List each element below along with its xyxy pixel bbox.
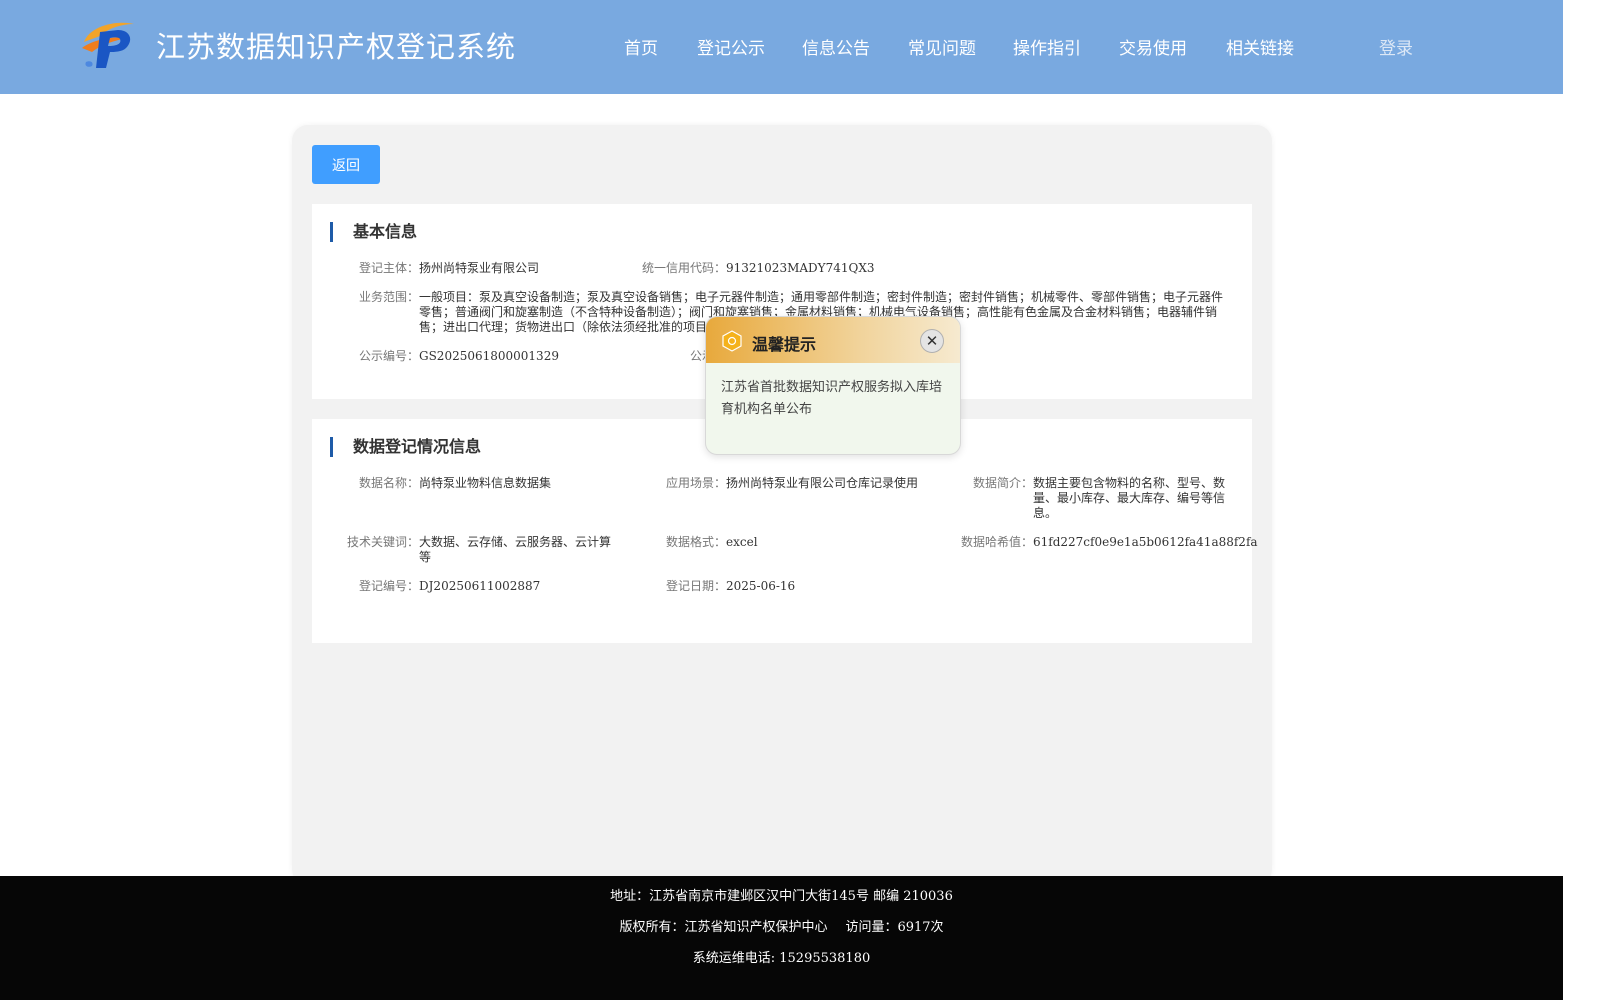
data-name-label: 数据名称： bbox=[358, 476, 419, 490]
top-header: 江苏数据知识产权登记系统 首页 登记公示 信息公告 常见问题 操作指引 交易使用… bbox=[0, 0, 1563, 94]
notice-no-label: 公示编号： bbox=[358, 349, 419, 363]
popup-message-link[interactable]: 江苏省首批数据知识产权服务拟入库培育机构名单公布 bbox=[721, 377, 949, 421]
data-name-field: 数据名称： 尚特泵业物料信息数据集 bbox=[359, 476, 619, 491]
nav-guide[interactable]: 操作指引 bbox=[1013, 34, 1081, 59]
login-link[interactable]: 登录 bbox=[1379, 34, 1413, 59]
ip-logo-icon[interactable] bbox=[78, 18, 138, 70]
credit-code-value: 91321023MADY741QX3 bbox=[726, 261, 875, 275]
footer-address: 地址：江苏省南京市建邺区汉中门大街145号 邮编 210036 bbox=[610, 889, 953, 904]
nav-home[interactable]: 首页 bbox=[624, 34, 658, 59]
data-intro-value: 数据主要包含物料的名称、型号、数量、最小库存、最大库存、编号等信息。 bbox=[1033, 476, 1226, 520]
close-icon[interactable]: ✕ bbox=[920, 329, 944, 353]
reg-no-field: 登记编号： DJ20250611002887 bbox=[359, 579, 619, 594]
credit-code-label: 统一信用代码： bbox=[641, 261, 726, 275]
scenario-label: 应用场景： bbox=[665, 476, 726, 490]
nav-trading[interactable]: 交易使用 bbox=[1119, 34, 1187, 59]
footer-phone: 系统运维电话: 15295538180 bbox=[692, 951, 871, 966]
data-registration-title: 数据登记情况信息 bbox=[330, 437, 481, 457]
data-intro-label: 数据简介： bbox=[972, 476, 1033, 490]
keywords-label: 技术关键词： bbox=[346, 535, 419, 549]
back-button[interactable]: 返回 bbox=[312, 145, 380, 184]
hash-field: 数据哈希值： 61fd227cf0e9e1a5b0612fa41a88f2fa bbox=[961, 535, 1258, 550]
footer: 地址：江苏省南京市建邺区汉中门大街145号 邮编 210036 版权所有：江苏省… bbox=[0, 876, 1563, 1000]
bell-badge-icon bbox=[722, 330, 742, 352]
scenario-field: 应用场景： 扬州尚特泵业有限公司仓库记录使用 bbox=[666, 476, 941, 491]
footer-copyright: 版权所有：江苏省知识产权保护中心 bbox=[619, 920, 828, 935]
format-value: excel bbox=[726, 535, 758, 549]
format-label: 数据格式： bbox=[665, 535, 726, 549]
site-title[interactable]: 江苏数据知识产权登记系统 bbox=[156, 24, 516, 66]
business-scope-label: 业务范围： bbox=[358, 290, 419, 304]
keywords-value: 大数据、云存储、云服务器、云计算等 bbox=[419, 535, 612, 564]
credit-code-field: 统一信用代码： 91321023MADY741QX3 bbox=[642, 261, 976, 276]
reg-no-label: 登记编号： bbox=[358, 579, 419, 593]
format-field: 数据格式： excel bbox=[666, 535, 846, 550]
popup-title: 温馨提示 bbox=[752, 335, 817, 354]
notice-no-value: GS2025061800001329 bbox=[419, 349, 559, 363]
subject-value: 扬州尚特泵业有限公司 bbox=[419, 261, 540, 275]
reg-date-value: 2025-06-16 bbox=[726, 579, 796, 593]
data-intro-field: 数据简介： 数据主要包含物料的名称、型号、数量、最小库存、最大库存、编号等信息。 bbox=[973, 476, 1226, 521]
reg-no-value: DJ20250611002887 bbox=[419, 579, 541, 593]
notice-popup: 温馨提示 ✕ 江苏省首批数据知识产权服务拟入库培育机构名单公布 bbox=[705, 316, 961, 455]
hash-value: 61fd227cf0e9e1a5b0612fa41a88f2fa bbox=[1033, 535, 1258, 549]
keywords-field: 技术关键词： 大数据、云存储、云服务器、云计算等 bbox=[347, 535, 613, 565]
subject-field: 登记主体： 扬州尚特泵业有限公司 bbox=[359, 261, 629, 276]
footer-visits: 访问量：6917次 bbox=[845, 920, 944, 935]
data-name-value: 尚特泵业物料信息数据集 bbox=[419, 476, 552, 490]
basic-info-title: 基本信息 bbox=[330, 222, 417, 242]
nav-faq[interactable]: 常见问题 bbox=[908, 34, 976, 59]
nav-registration-notice[interactable]: 登记公示 bbox=[697, 34, 765, 59]
notice-no-field: 公示编号： GS2025061800001329 bbox=[359, 349, 639, 364]
subject-label: 登记主体： bbox=[358, 261, 419, 275]
footer-copyright-line: 版权所有：江苏省知识产权保护中心 访问量：6917次 bbox=[0, 916, 1563, 935]
reg-date-label: 登记日期： bbox=[665, 579, 726, 593]
detail-container: 返回 基本信息 登记主体： 扬州尚特泵业有限公司 统一信用代码： 9132102… bbox=[292, 125, 1272, 885]
nav-links[interactable]: 相关链接 bbox=[1226, 34, 1294, 59]
popup-header: 温馨提示 ✕ bbox=[706, 317, 960, 363]
hash-label: 数据哈希值： bbox=[960, 535, 1033, 549]
scenario-value: 扬州尚特泵业有限公司仓库记录使用 bbox=[726, 476, 919, 490]
scrollbar-track[interactable] bbox=[1563, 0, 1600, 1000]
nav-announcements[interactable]: 信息公告 bbox=[802, 34, 870, 59]
reg-date-field: 登记日期： 2025-06-16 bbox=[666, 579, 846, 594]
